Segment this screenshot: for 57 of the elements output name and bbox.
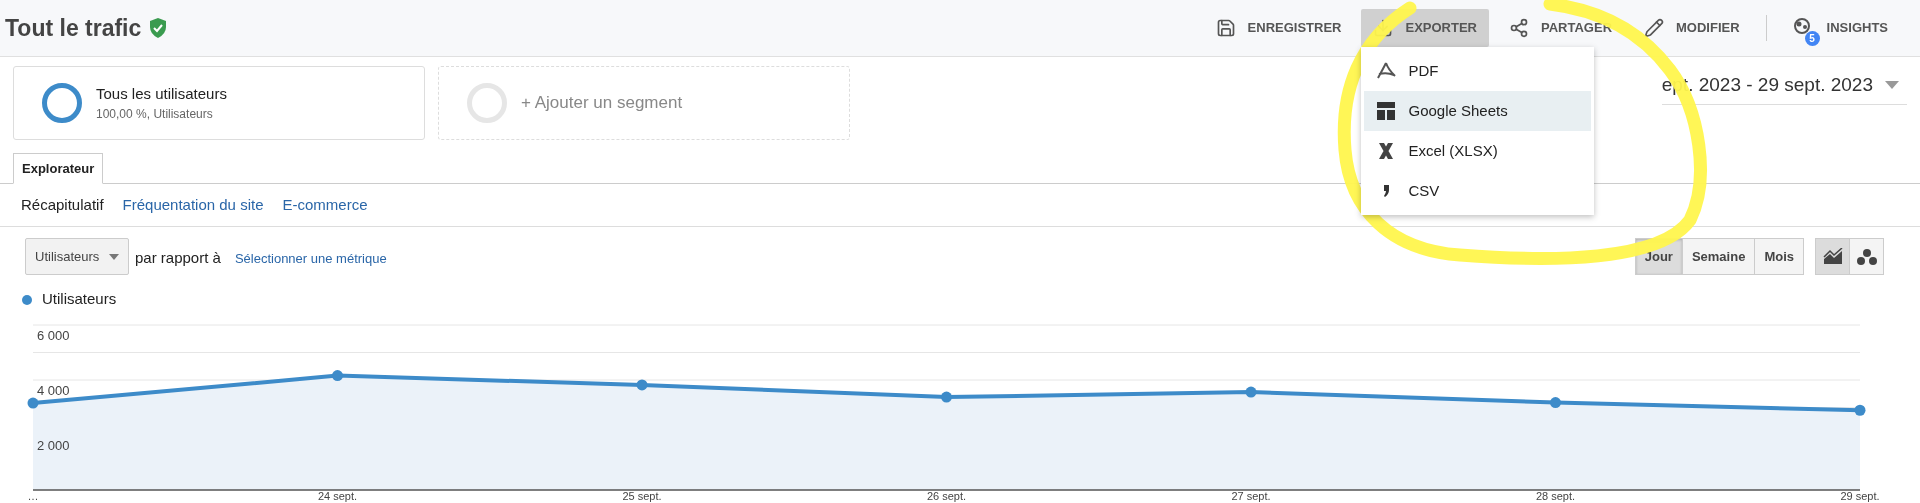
x-axis-label: 25 sept. xyxy=(622,490,662,502)
chart-type-button[interactable] xyxy=(1815,238,1850,275)
menu-item[interactable]: CSV xyxy=(1364,171,1592,211)
segment-card[interactable]: Tous les utilisateurs 100,00 %, Utilisateurs xyxy=(13,66,425,140)
caret-icon xyxy=(1885,81,1899,90)
granularity-button[interactable]: Semaine xyxy=(1681,238,1756,275)
segment-subtitle: 100,00 %, Utilisateurs xyxy=(96,106,214,124)
subtab-link[interactable]: Fréquentation du site xyxy=(122,193,264,217)
legend-label: Utilisateurs xyxy=(42,289,117,310)
subtab-link[interactable]: E-commerce xyxy=(282,193,368,217)
toolbar-button[interactable]: 5 INSIGHTS xyxy=(1780,9,1900,47)
subtab-link[interactable]: Récapitulatif xyxy=(21,193,104,217)
data-point xyxy=(1854,404,1866,416)
line-chart-icon xyxy=(1822,247,1843,266)
menu-item[interactable]: Google Sheets xyxy=(1364,91,1592,131)
date-range[interactable]: ept. 2023 - 29 sept. 2023 xyxy=(1661,71,1873,100)
segment-ring xyxy=(467,83,507,123)
compare-label: par rapport à xyxy=(135,248,221,268)
data-point xyxy=(332,370,343,382)
caret-icon xyxy=(109,253,119,260)
comma-icon xyxy=(1382,185,1391,197)
pdf-icon xyxy=(1375,61,1398,81)
segment-card[interactable]: + Ajouter un segment xyxy=(438,66,850,140)
x-axis-label: … xyxy=(27,490,39,502)
select-metric-link[interactable]: Sélectionner une métrique xyxy=(234,249,387,269)
menu-item[interactable]: PDF xyxy=(1364,51,1592,91)
data-point xyxy=(1550,397,1561,409)
toolbar-button[interactable]: PARTAGER xyxy=(1497,9,1625,47)
x-axis-label: 26 sept. xyxy=(926,490,967,502)
data-point xyxy=(941,391,952,403)
y-axis-label: 6 000 xyxy=(37,328,70,343)
share-icon xyxy=(1509,18,1529,38)
segment-title: + Ajouter un segment xyxy=(521,92,683,115)
menu-item[interactable]: Excel (XLSX) xyxy=(1364,131,1592,171)
save-icon xyxy=(1215,18,1236,38)
x-axis-label: 27 sept. xyxy=(1231,490,1271,502)
x-axis-label: 28 sept. xyxy=(1535,490,1576,502)
report-title: Tout le trafic xyxy=(5,13,142,43)
data-point xyxy=(1245,386,1257,398)
segment-ring xyxy=(42,83,82,123)
data-point xyxy=(27,397,39,409)
data-point xyxy=(636,379,648,391)
chart-type-button[interactable] xyxy=(1849,238,1884,275)
toolbar-button[interactable]: MODIFIER xyxy=(1632,9,1752,47)
grid-icon xyxy=(1376,101,1397,121)
x-axis-label: 29 sept. xyxy=(1840,490,1880,502)
bubbles-icon xyxy=(1856,247,1877,266)
metric-dropdown[interactable]: Utilisateurs xyxy=(25,238,129,275)
y-axis-label: 2 000 xyxy=(37,438,70,453)
y-axis-label: 4 000 xyxy=(37,383,70,398)
segment-title: Tous les utilisateurs xyxy=(96,83,227,104)
pencil-icon xyxy=(1644,18,1665,38)
x-axis-label: 24 sept. xyxy=(317,490,358,502)
count-badge: 5 xyxy=(1804,31,1820,46)
toolbar-button[interactable]: ENREGISTRER xyxy=(1203,9,1354,47)
granularity-button[interactable]: Mois xyxy=(1754,238,1804,275)
tab[interactable]: Explorateur xyxy=(13,153,104,184)
